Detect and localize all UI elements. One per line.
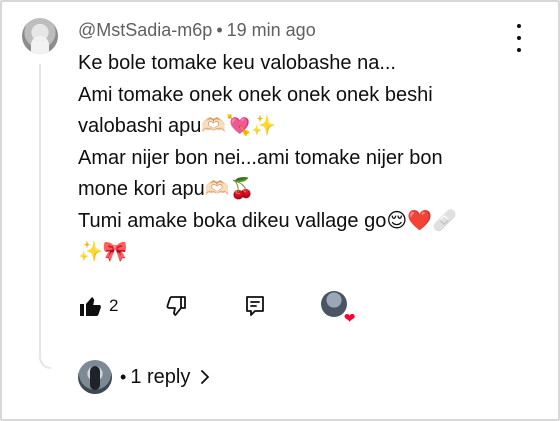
comment-line: Ami tomake onek onek onek onek beshi	[78, 83, 433, 106]
author-avatar[interactable]	[22, 18, 58, 54]
thumb-down-outline-icon	[167, 296, 187, 316]
comment-line: Tumi amake boka dikeu vallage go😌❤️🩹	[78, 209, 457, 232]
chevron-right-icon	[198, 368, 212, 386]
reply-button[interactable]	[243, 294, 267, 318]
like-count: 2	[109, 296, 119, 315]
more-vert-icon-dot	[517, 36, 521, 40]
thumb-up-filled-icon	[80, 297, 101, 316]
like-button[interactable]: 2	[78, 294, 118, 318]
creator-heart-icon: ❤	[343, 310, 356, 326]
view-replies-button[interactable]: • 1 reply	[78, 360, 212, 394]
replier-avatar	[78, 360, 112, 394]
more-vert-icon	[517, 24, 521, 28]
comment-line: valobashi apu🫶🏻💘✨	[78, 115, 277, 137]
header-separator: •	[216, 20, 223, 40]
comment-line: ✨🎀	[78, 241, 128, 263]
author-handle[interactable]: @MstSadia-m6p	[78, 20, 212, 40]
replies-dot: •	[120, 366, 127, 387]
reply-comment-icon	[246, 296, 265, 316]
comment-line: Amar nijer bon nei...ami tomake nijer bo…	[78, 146, 443, 169]
creator-heart-badge: ❤	[321, 291, 355, 325]
comment-time: 19 min ago	[226, 20, 316, 40]
comment-header: @MstSadia-m6p • 19 min ago	[78, 20, 316, 41]
reply-thread-line	[39, 64, 51, 369]
comment-actions: 2 ❤	[78, 290, 355, 325]
comment-line: Ke bole tomake keu valobashe na...	[78, 52, 396, 74]
dislike-button[interactable]	[164, 294, 188, 318]
comment-card: @MstSadia-m6p • 19 min ago Ke bole tomake …	[0, 0, 560, 421]
replies-label: 1 reply	[130, 365, 191, 388]
comment-text: Ke bole tomake keu valobashe na... Ami t…	[78, 48, 518, 269]
comment-line: mone kori apu🫶🏻🍒	[78, 178, 255, 200]
